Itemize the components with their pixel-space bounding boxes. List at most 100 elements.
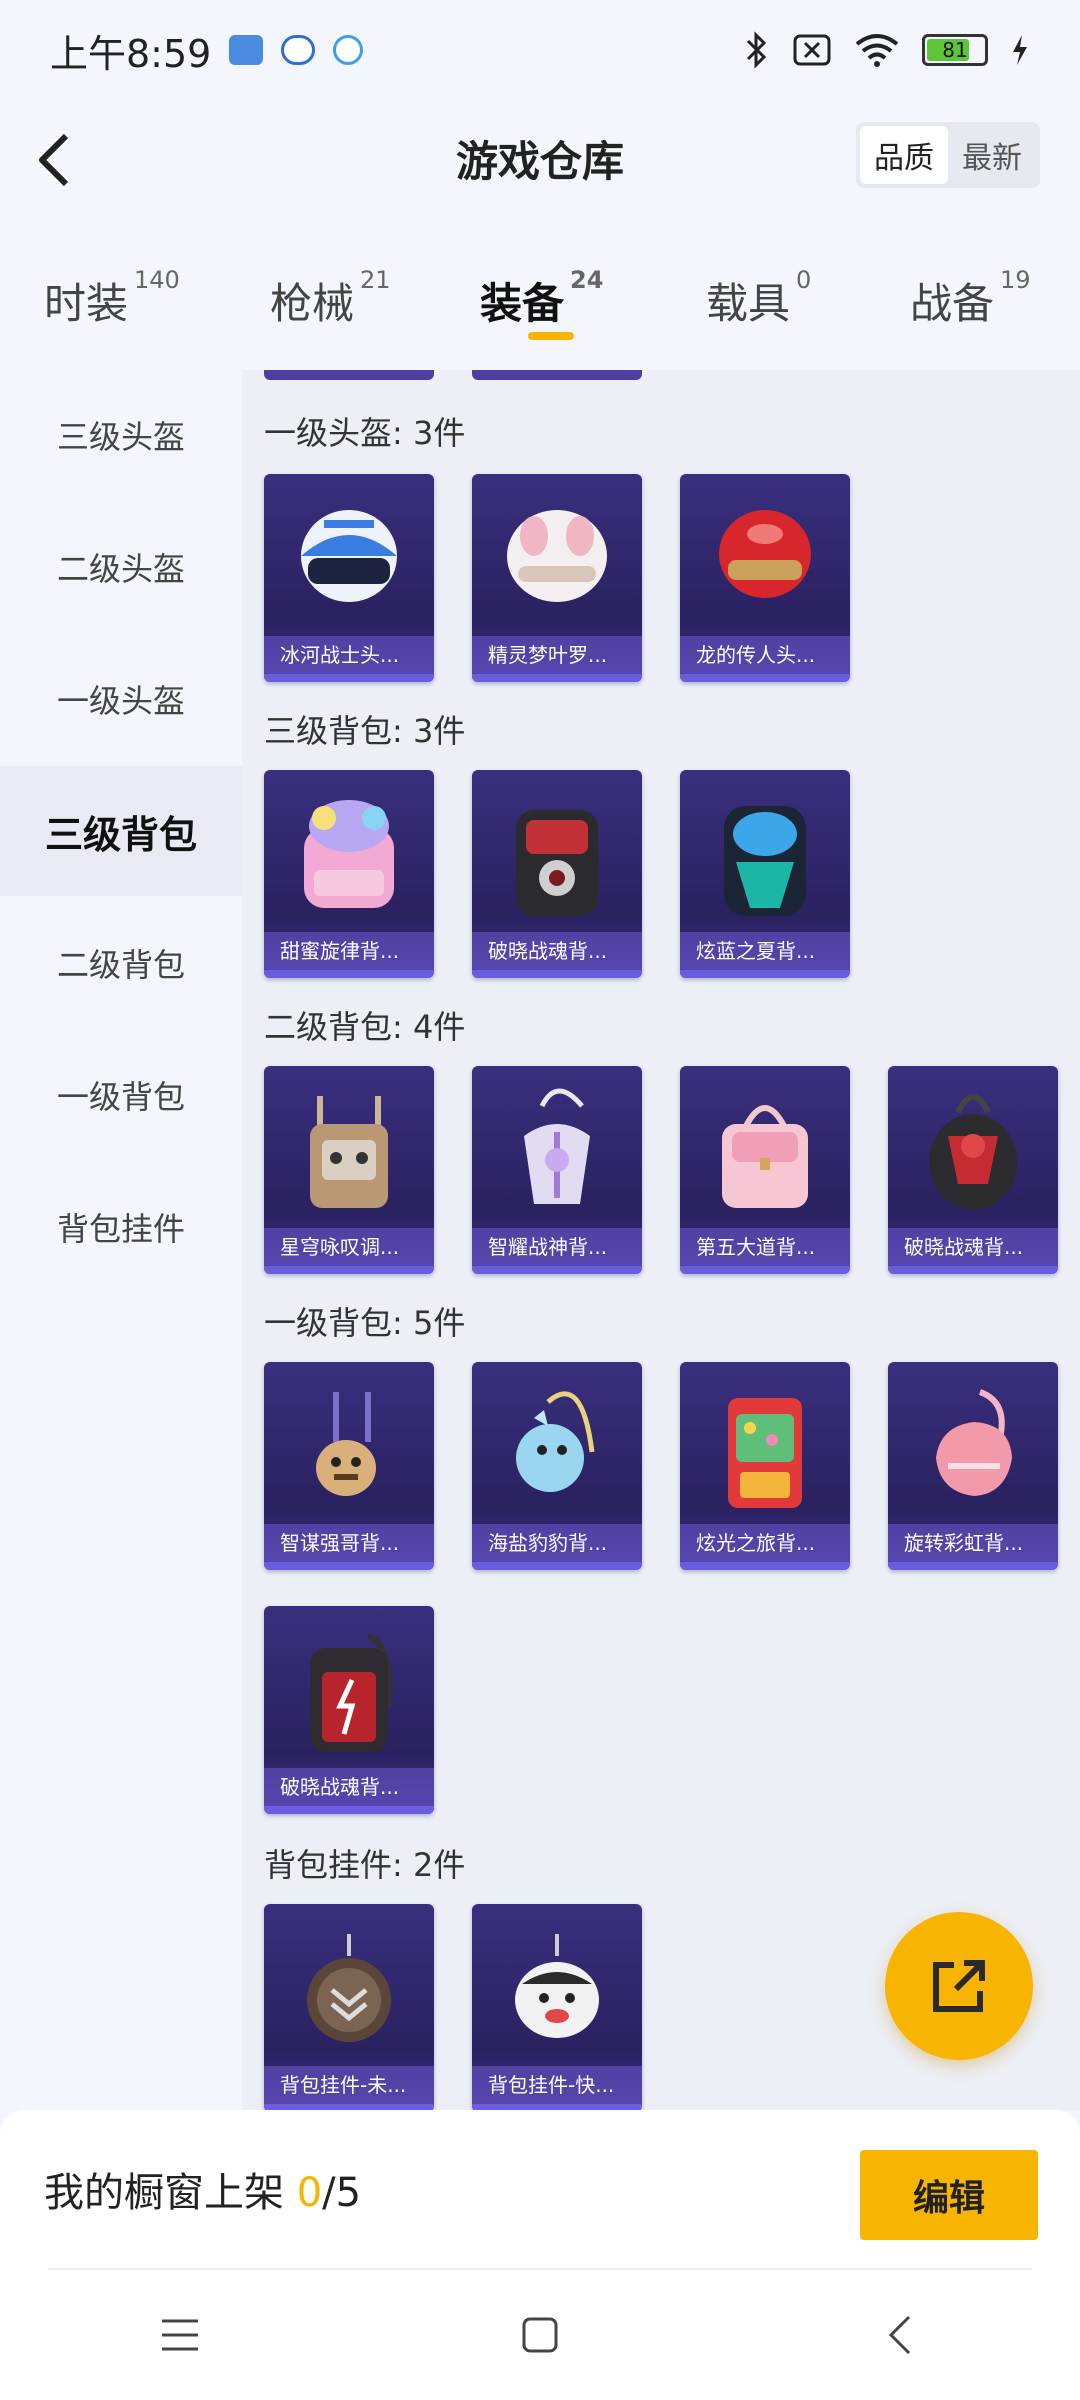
- item-card[interactable]: 龙的传人头...: [680, 474, 850, 682]
- item-card[interactable]: 冰河战士头...: [264, 474, 434, 682]
- item-name: 破晓战魂背...: [472, 932, 642, 970]
- backpack-image: [310, 1096, 388, 1208]
- item-card[interactable]: 海盐豹豹背...: [472, 1362, 642, 1570]
- sort-toggle: 品质 最新: [856, 122, 1040, 188]
- showcase-total-count: /5: [322, 2170, 362, 2216]
- item-grid: 一级头盔: 3件 冰河战士头... 精灵梦叶罗... 龙的传人头... 三级背包…: [242, 370, 1080, 2110]
- tab-label: 枪械: [270, 279, 355, 328]
- tab-fashion[interactable]: 时装 140: [44, 266, 180, 331]
- item-card[interactable]: 炫蓝之夏背...: [680, 770, 850, 978]
- item-card[interactable]: 智耀战神背...: [472, 1066, 642, 1274]
- backpack-image: [516, 810, 598, 916]
- charm-image: [515, 1934, 599, 2038]
- helmet-image: [719, 510, 811, 598]
- tab-supplies[interactable]: 战备 19: [910, 266, 1031, 331]
- showcase-current-count: 0: [296, 2170, 323, 2216]
- item-card[interactable]: 破晓战魂背...: [264, 1606, 434, 1814]
- backpack-image: [722, 1105, 808, 1208]
- wifi-icon: [855, 34, 899, 67]
- edit-button[interactable]: 编辑: [860, 2150, 1038, 2240]
- backpack-image: [524, 1088, 590, 1204]
- tab-label: 装备: [480, 279, 565, 328]
- item-name: 智谋强哥背...: [264, 1524, 434, 1562]
- nav-home-button[interactable]: [500, 2295, 580, 2375]
- tab-count: 0: [796, 266, 812, 294]
- showcase-title: 我的橱窗上架: [44, 2170, 284, 2216]
- backpack-image: [929, 1094, 1017, 1210]
- sidebar-item-helmet-lv1[interactable]: 一级头盔: [0, 634, 242, 764]
- item-card[interactable]: 炫光之旅背...: [680, 1362, 850, 1570]
- bluetooth-icon: [746, 31, 767, 69]
- sidebar-item-helmet-lv3[interactable]: 三级头盔: [0, 370, 242, 500]
- backpack-image: [936, 1389, 1012, 1496]
- sidebar-item-backpack-lv3[interactable]: 三级背包: [0, 766, 242, 896]
- tab-count: 24: [570, 266, 604, 294]
- card-edge: [472, 370, 642, 380]
- item-name: 破晓战魂背...: [264, 1768, 434, 1806]
- item-name: 甜蜜旋律背...: [264, 932, 434, 970]
- sort-latest-button[interactable]: 最新: [948, 126, 1036, 184]
- item-name: 破晓战魂背...: [888, 1228, 1058, 1266]
- section-title: 二级背包: 4件: [264, 1008, 466, 1046]
- charging-icon: [1013, 35, 1027, 65]
- sidebar-item-helmet-lv2[interactable]: 二级头盔: [0, 502, 242, 632]
- item-card[interactable]: 第五大道背...: [680, 1066, 850, 1274]
- section-title: 一级背包: 5件: [264, 1304, 466, 1342]
- section-title: 背包挂件: 2件: [264, 1846, 466, 1884]
- nav-back-button[interactable]: [860, 2295, 940, 2375]
- item-name: 海盐豹豹背...: [472, 1524, 642, 1562]
- tab-label: 载具: [706, 279, 791, 328]
- status-bar: 上午8:59 81: [0, 0, 1080, 100]
- item-card[interactable]: 甜蜜旋律背...: [264, 770, 434, 978]
- item-name: 炫蓝之夏背...: [680, 932, 850, 970]
- item-name: 龙的传人头...: [680, 636, 850, 674]
- sidebar-item-backpack-lv2[interactable]: 二级背包: [0, 898, 242, 1028]
- home-icon: [522, 2317, 558, 2353]
- status-right: 81: [744, 31, 1030, 69]
- item-card[interactable]: 背包挂件-未...: [264, 1904, 434, 2110]
- section-title: 三级背包: 3件: [264, 712, 466, 750]
- item-name: 星穹咏叹调...: [264, 1228, 434, 1266]
- item-card[interactable]: 破晓战魂背...: [472, 770, 642, 978]
- showcase-label: 我的橱窗上架 0/5: [44, 2160, 361, 2218]
- item-card[interactable]: 背包挂件-快...: [472, 1904, 642, 2110]
- item-name: 冰河战士头...: [264, 636, 434, 674]
- sidebar: 三级头盔 二级头盔 一级头盔 三级背包 二级背包 一级背包 背包挂件: [0, 370, 242, 2110]
- backpack-image: [310, 1633, 393, 1752]
- menu-icon: [162, 2319, 198, 2351]
- item-card[interactable]: 星穹咏叹调...: [264, 1066, 434, 1274]
- item-name: 背包挂件-快...: [472, 2066, 642, 2104]
- category-tabs: 时装 140 枪械 21 装备 24 载具 0 战备 19: [0, 220, 1080, 370]
- item-name: 精灵梦叶罗...: [472, 636, 642, 674]
- app-notification-icon: [281, 35, 316, 65]
- no-sim-icon: [793, 34, 831, 66]
- sort-quality-button[interactable]: 品质: [860, 126, 948, 184]
- helmet-image: [507, 510, 607, 602]
- sidebar-item-backpack-lv1[interactable]: 一级背包: [0, 1030, 242, 1160]
- tab-count: 21: [360, 266, 391, 294]
- backpack-image: [304, 800, 394, 908]
- backpack-image: [724, 806, 806, 916]
- item-name: 旋转彩虹背...: [888, 1524, 1058, 1562]
- battery-icon: 81: [922, 34, 988, 66]
- item-card[interactable]: 旋转彩虹背...: [888, 1362, 1058, 1570]
- helmet-image: [301, 510, 397, 602]
- item-card[interactable]: 破晓战魂背...: [888, 1066, 1058, 1274]
- back-icon: [888, 2315, 911, 2355]
- item-card[interactable]: 智谋强哥背...: [264, 1362, 434, 1570]
- tab-active-indicator: [528, 332, 574, 340]
- backpack-image: [516, 1391, 595, 1492]
- share-export-icon: [933, 1960, 985, 2012]
- tab-vehicles[interactable]: 载具 0: [706, 266, 811, 331]
- backpack-image: [316, 1392, 376, 1496]
- tab-equipment[interactable]: 装备 24: [480, 266, 603, 331]
- backpack-image: [728, 1398, 802, 1508]
- item-card[interactable]: 精灵梦叶罗...: [472, 474, 642, 682]
- status-time: 上午8:59: [50, 31, 212, 76]
- tab-guns[interactable]: 枪械 21: [270, 266, 391, 331]
- sidebar-item-backpack-charm[interactable]: 背包挂件: [0, 1162, 242, 1292]
- share-button[interactable]: [885, 1912, 1033, 2060]
- app-notification-icon: [229, 35, 264, 65]
- item-name: 背包挂件-未...: [264, 2066, 434, 2104]
- nav-menu-button[interactable]: [140, 2295, 220, 2375]
